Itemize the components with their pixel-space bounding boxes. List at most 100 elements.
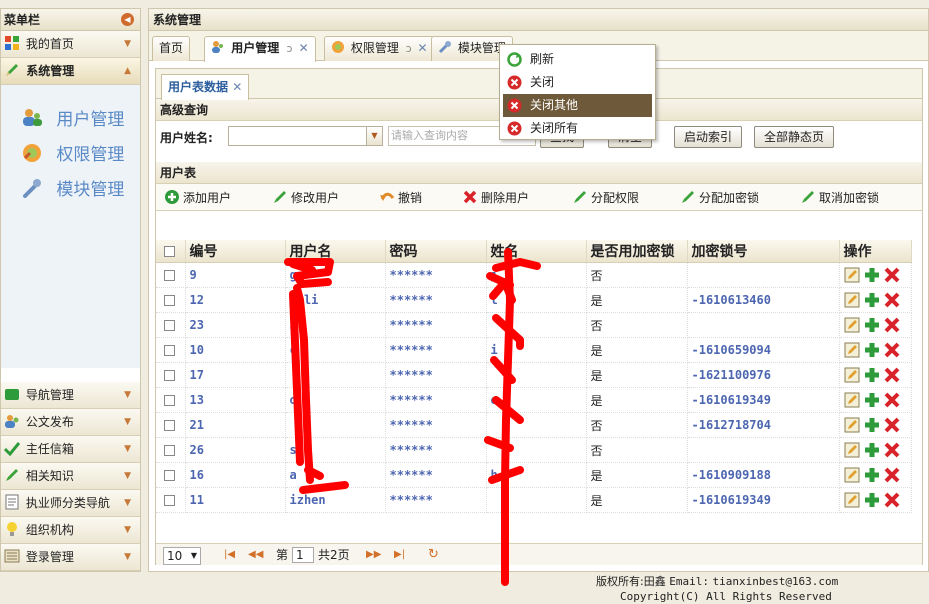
edit-user-button[interactable]: 修改用户 xyxy=(272,189,339,206)
checkbox[interactable] xyxy=(164,395,175,406)
table-row[interactable]: 23 3 ****** 否 xyxy=(156,312,912,338)
table-row[interactable]: 10 c ****** i 是 -1610659094 xyxy=(156,337,912,363)
plus-icon[interactable] xyxy=(864,267,880,283)
delete-icon[interactable] xyxy=(884,267,900,283)
undo-button[interactable]: 撤销 xyxy=(379,189,422,206)
last-page-icon[interactable]: ▶| xyxy=(394,547,405,563)
sidebar-item-documents[interactable]: 公文发布 ▼ xyxy=(1,409,140,436)
plus-icon[interactable] xyxy=(864,417,880,433)
edit-icon[interactable] xyxy=(844,317,860,333)
cancel-lock-button[interactable]: 取消加密锁 xyxy=(800,189,879,206)
delete-icon[interactable] xyxy=(884,417,900,433)
sidebar-item-organization[interactable]: 组织机构 ▼ xyxy=(1,517,140,544)
chevron-down-icon[interactable]: ▼ xyxy=(366,127,382,145)
table-row[interactable]: 21 ****** 否 -1612718704 xyxy=(156,412,912,438)
sidebar-item-home[interactable]: 我的首页 ▼ xyxy=(1,31,140,58)
delete-user-button[interactable]: 删除用户 xyxy=(462,189,529,206)
tab-permission-management[interactable]: 权限管理 ↄ ✕ xyxy=(324,36,435,61)
close-icon[interactable]: ✕ xyxy=(232,80,242,94)
checkbox[interactable] xyxy=(164,345,175,356)
plus-icon[interactable] xyxy=(864,492,880,508)
table-row[interactable]: 17 ****** 是 -1621100976 xyxy=(156,362,912,388)
row-checkbox-cell[interactable] xyxy=(156,287,186,313)
edit-icon[interactable] xyxy=(844,292,860,308)
tab-user-management[interactable]: 用户管理 ↄ ✕ xyxy=(204,36,316,62)
row-checkbox-cell[interactable] xyxy=(156,312,186,338)
checkbox[interactable] xyxy=(164,495,175,506)
next-page-icon[interactable]: ▶▶ xyxy=(366,547,381,563)
menu-item-close[interactable]: 关闭 xyxy=(500,71,655,94)
refresh-icon[interactable]: ↄ xyxy=(286,42,292,55)
sidebar-item-knowledge[interactable]: 相关知识 ▼ xyxy=(1,463,140,490)
sidebar-item-system[interactable]: 系统管理 ▲ xyxy=(1,58,140,85)
edit-icon[interactable] xyxy=(844,467,860,483)
checkbox[interactable] xyxy=(164,370,175,381)
menu-item-close-all[interactable]: 关闭所有 xyxy=(500,117,655,140)
delete-icon[interactable] xyxy=(884,392,900,408)
page-size-select[interactable]: 10 ▼ xyxy=(163,547,201,565)
close-icon[interactable]: ✕ xyxy=(418,41,428,55)
edit-icon[interactable] xyxy=(844,342,860,358)
assign-lock-button[interactable]: 分配加密锁 xyxy=(680,189,759,206)
username-select[interactable]: ▼ xyxy=(228,126,383,146)
assign-permission-button[interactable]: 分配权限 xyxy=(572,189,639,206)
row-checkbox-cell[interactable] xyxy=(156,487,186,513)
plus-icon[interactable] xyxy=(864,442,880,458)
edit-icon[interactable] xyxy=(844,367,860,383)
table-row[interactable]: 9 g ****** j 否 xyxy=(156,262,912,288)
menu-item-refresh[interactable]: 刷新 xyxy=(500,48,655,71)
row-checkbox-cell[interactable] xyxy=(156,262,186,288)
plus-icon[interactable] xyxy=(864,392,880,408)
plus-icon[interactable] xyxy=(864,317,880,333)
select-all-checkbox[interactable] xyxy=(156,240,186,263)
plus-icon[interactable] xyxy=(864,467,880,483)
delete-icon[interactable] xyxy=(884,492,900,508)
edit-icon[interactable] xyxy=(844,392,860,408)
first-page-icon[interactable]: |◀ xyxy=(224,547,235,563)
sidebar-item-login-management[interactable]: 登录管理 ▼ xyxy=(1,544,140,571)
collapse-icon[interactable]: ◀ xyxy=(121,13,134,26)
column-header[interactable]: 密码 xyxy=(385,240,487,263)
sidebar-item-mailbox[interactable]: 主任信箱 ▼ xyxy=(1,436,140,463)
column-header[interactable]: 用户名 xyxy=(285,240,386,263)
refresh-icon[interactable]: ↄ xyxy=(406,42,412,55)
delete-icon[interactable] xyxy=(884,367,900,383)
static-pages-button[interactable]: 全部静态页 xyxy=(754,126,835,148)
plus-icon[interactable] xyxy=(864,342,880,358)
edit-icon[interactable] xyxy=(844,442,860,458)
column-header[interactable]: 是否用加密锁 xyxy=(586,240,688,263)
row-checkbox-cell[interactable] xyxy=(156,362,186,388)
column-header[interactable]: 姓名 xyxy=(486,240,587,263)
menu-item-close-others[interactable]: 关闭其他 xyxy=(503,94,652,117)
table-row[interactable]: 11 izhen ****** 是 -1610619349 xyxy=(156,487,912,513)
submenu-module-management[interactable]: 模块管理 xyxy=(1,175,140,210)
add-user-button[interactable]: 添加用户 xyxy=(164,189,231,206)
submenu-user-management[interactable]: 用户管理 xyxy=(1,105,140,140)
plus-icon[interactable] xyxy=(864,367,880,383)
column-header[interactable]: 加密锁号 xyxy=(687,240,840,263)
refresh-icon[interactable]: ↻ xyxy=(428,547,439,563)
row-checkbox-cell[interactable] xyxy=(156,337,186,363)
sidebar-item-practitioner-nav[interactable]: 执业师分类导航 ▼ xyxy=(1,490,140,517)
edit-icon[interactable] xyxy=(844,417,860,433)
page-number-input[interactable]: 1 xyxy=(292,547,314,563)
plus-icon[interactable] xyxy=(864,292,880,308)
table-row[interactable]: 26 s ****** 否 xyxy=(156,437,912,463)
checkbox[interactable] xyxy=(164,295,175,306)
checkbox[interactable] xyxy=(164,470,175,481)
checkbox[interactable] xyxy=(164,445,175,456)
start-index-button[interactable]: 启动索引 xyxy=(674,126,743,148)
delete-icon[interactable] xyxy=(884,317,900,333)
prev-page-icon[interactable]: ◀◀ xyxy=(248,547,263,563)
table-row[interactable]: 16 a ****** h 是 -1610909188 xyxy=(156,462,912,488)
checkbox[interactable] xyxy=(164,320,175,331)
tab-home[interactable]: 首页 xyxy=(152,36,191,61)
table-row[interactable]: 13 o ****** o 是 -1610619349 xyxy=(156,387,912,413)
row-checkbox-cell[interactable] xyxy=(156,387,186,413)
tab-user-data[interactable]: 用户表数据 ✕ xyxy=(161,74,250,100)
submenu-permission-management[interactable]: 权限管理 xyxy=(1,140,140,175)
sidebar-item-navigation[interactable]: 导航管理 ▼ xyxy=(1,382,140,409)
edit-icon[interactable] xyxy=(844,267,860,283)
close-icon[interactable]: ✕ xyxy=(299,41,309,55)
delete-icon[interactable] xyxy=(884,467,900,483)
